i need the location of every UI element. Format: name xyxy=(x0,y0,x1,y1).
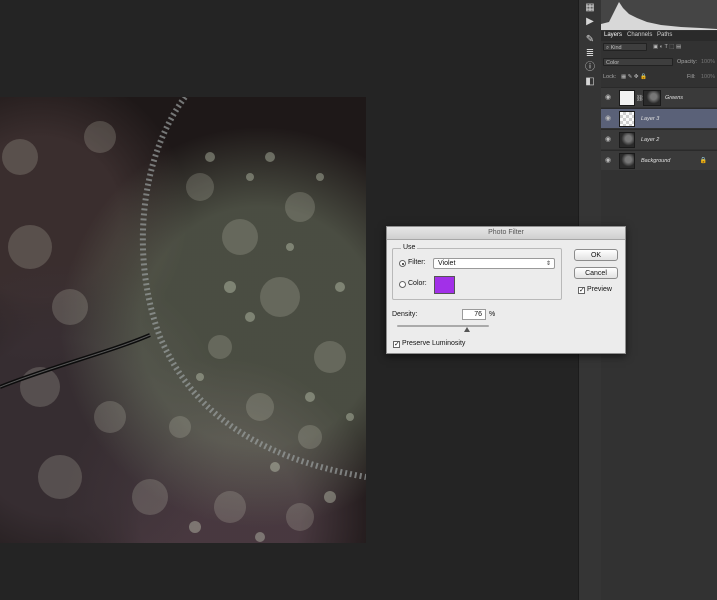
photo-filter-dialog: Photo Filter Use Filter: Violet ⇕ Color:… xyxy=(386,226,626,354)
fill-label: Fill: xyxy=(687,74,696,80)
filter-label: Filter: xyxy=(408,259,426,266)
layer-name[interactable]: Layer 3 xyxy=(641,116,659,122)
lock-row: Lock: ▦ ✎ ✥ 🔒 Fill: 100% xyxy=(603,73,715,83)
layer-mask-thumbnail[interactable] xyxy=(643,90,661,106)
density-unit: % xyxy=(489,311,496,318)
adjustments-icon[interactable]: ✎ xyxy=(583,34,597,46)
preview-checkbox[interactable]: ✓ xyxy=(578,287,585,294)
filter-icons[interactable]: ▣ ◐ T ⬚ ▤ xyxy=(653,44,681,50)
layer-name[interactable]: Layer 2 xyxy=(641,137,659,143)
layer-tabs: Layers Channels Paths xyxy=(601,31,717,41)
layer-name[interactable]: Background xyxy=(641,158,670,164)
opacity-label: Opacity: xyxy=(677,59,698,65)
filter-select-value: Violet xyxy=(438,260,456,267)
density-slider-handle[interactable] xyxy=(463,327,470,332)
color-swatch[interactable] xyxy=(434,276,455,294)
histogram xyxy=(601,0,717,30)
layer-thumbnail xyxy=(619,153,635,169)
filter-row: ⌕ Kind ▣ ◐ T ⬚ ▤ xyxy=(603,43,715,53)
chevron-up-down-icon: ⇕ xyxy=(545,261,551,267)
color-radio[interactable] xyxy=(399,281,406,288)
ok-button[interactable]: OK xyxy=(574,249,618,261)
filter-radio[interactable] xyxy=(399,260,406,267)
histogram-panel-icon[interactable]: ▦ xyxy=(583,2,597,14)
document-image[interactable] xyxy=(0,97,366,543)
kind-filter-label: Kind xyxy=(610,45,622,51)
layer-row-background[interactable]: ◉ Background 🔒 xyxy=(601,150,717,170)
info-icon[interactable]: ⓘ xyxy=(583,62,597,74)
histogram-graph xyxy=(601,2,717,30)
play-action-icon[interactable]: ▶ xyxy=(583,16,597,28)
layer-thumbnail xyxy=(619,90,635,106)
lock-label: Lock: xyxy=(603,74,617,80)
density-label: Density: xyxy=(392,311,418,318)
use-group xyxy=(392,248,562,300)
layers-panel-icon[interactable]: ◧ xyxy=(583,76,597,88)
tab-channels[interactable]: Channels xyxy=(627,32,652,38)
tab-paths[interactable]: Paths xyxy=(657,32,672,38)
layer-row-layer-2[interactable]: ◉ Layer 2 xyxy=(601,129,717,149)
opacity-value[interactable]: 100% xyxy=(701,59,715,65)
color-label: Color: xyxy=(408,280,427,287)
fill-value[interactable]: 100% xyxy=(701,74,715,80)
eye-icon[interactable]: ◉ xyxy=(605,136,612,143)
bokeh-photo xyxy=(0,97,366,542)
eye-icon[interactable]: ◉ xyxy=(605,157,612,164)
lock-icon: 🔒 xyxy=(699,158,707,164)
preserve-luminosity-checkbox[interactable]: ✓ xyxy=(393,341,400,348)
use-label: Use xyxy=(401,244,418,251)
eye-icon[interactable]: ◉ xyxy=(605,94,612,101)
cancel-button[interactable]: Cancel xyxy=(574,267,618,279)
layer-name[interactable]: Greens xyxy=(665,95,683,101)
tab-layers[interactable]: Layers xyxy=(604,32,622,38)
layer-thumbnail xyxy=(619,111,635,127)
blend-row: Color Opacity: 100% xyxy=(603,58,715,68)
layer-row-greens[interactable]: ◉ ⛓ Greens xyxy=(601,87,717,107)
dialog-title: Photo Filter xyxy=(387,227,625,240)
preserve-luminosity-label: Preserve Luminosity xyxy=(402,340,466,347)
filter-select[interactable]: Violet ⇕ xyxy=(433,258,555,269)
eye-icon[interactable]: ◉ xyxy=(605,115,612,122)
layer-thumbnail xyxy=(619,132,635,148)
kind-filter-select[interactable]: ⌕ Kind xyxy=(603,43,647,51)
density-input[interactable]: 76 xyxy=(462,309,486,320)
layer-row-layer-3[interactable]: ◉ Layer 3 xyxy=(601,108,717,128)
blend-mode-select[interactable]: Color xyxy=(603,58,673,66)
preview-label: Preview xyxy=(587,286,612,293)
density-slider-track[interactable] xyxy=(397,325,489,327)
lock-icons[interactable]: ▦ ✎ ✥ 🔒 xyxy=(621,74,647,80)
properties-icon[interactable]: ≣ xyxy=(583,48,597,60)
